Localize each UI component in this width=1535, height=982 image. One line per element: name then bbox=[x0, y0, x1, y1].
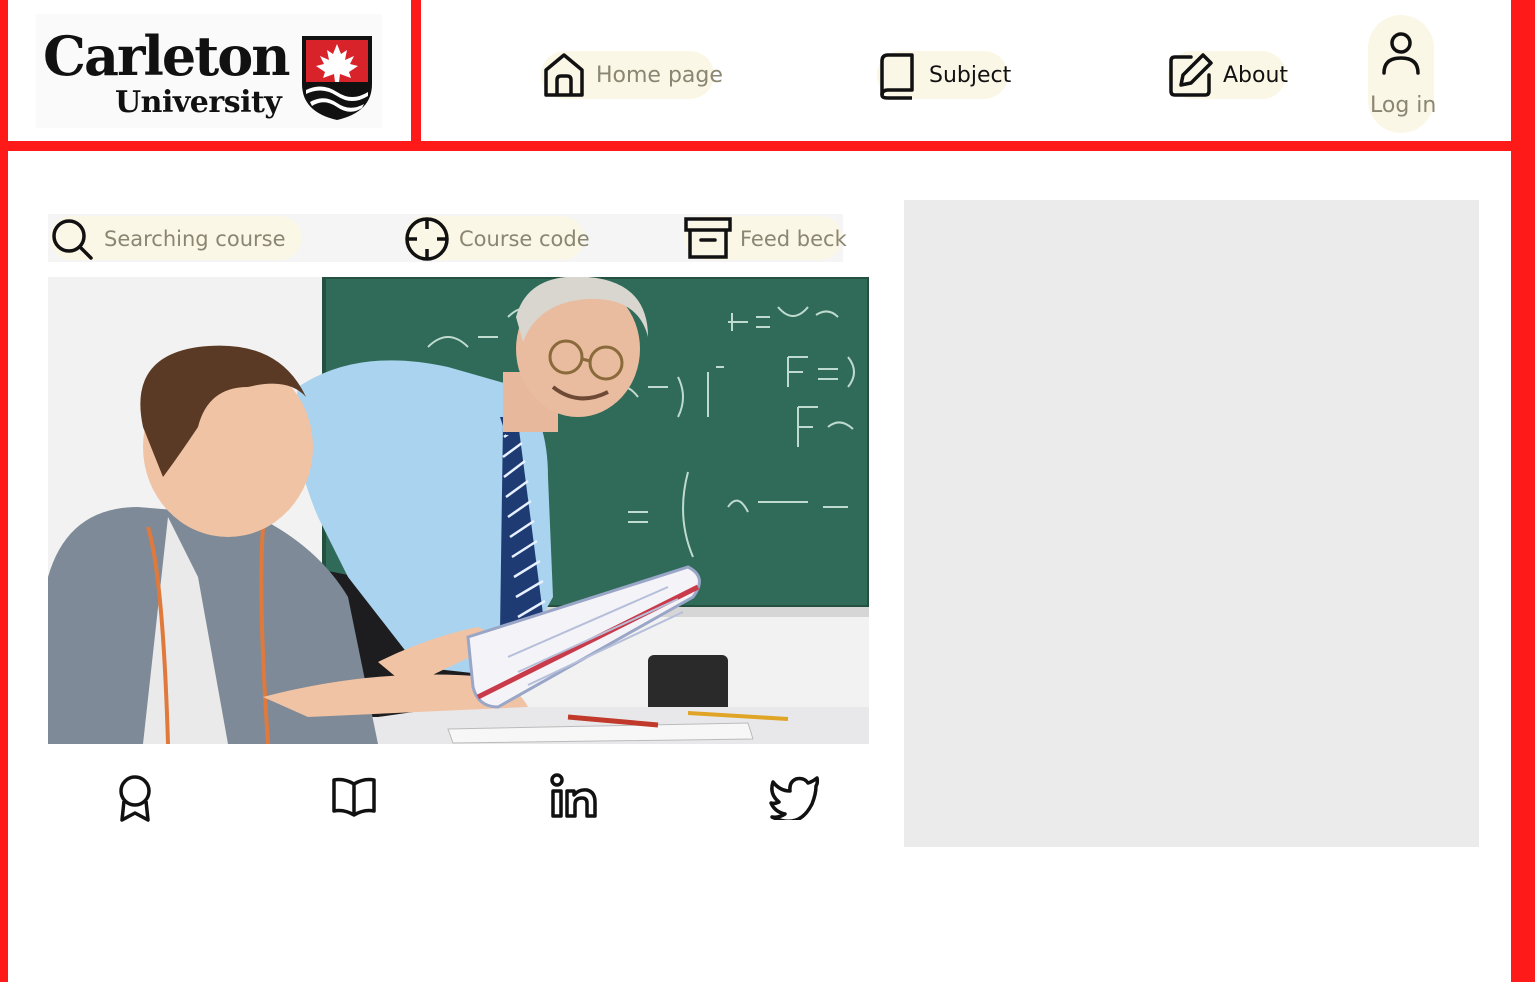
logo-divider bbox=[411, 0, 421, 146]
archive-icon bbox=[684, 217, 732, 259]
award-icon[interactable] bbox=[114, 773, 156, 823]
logo-text-carleton: Carleton bbox=[43, 24, 291, 88]
nav-about-label: About bbox=[1223, 63, 1289, 88]
edit-icon bbox=[1169, 53, 1213, 97]
frame-left-border bbox=[0, 0, 8, 982]
nav-subject-label: Subject bbox=[929, 63, 1012, 88]
feedback-label: Feed beck bbox=[740, 227, 847, 251]
course-code-label: Course code bbox=[459, 227, 590, 251]
logo-text-university: University bbox=[115, 85, 282, 120]
maple-leaf-shield-icon bbox=[302, 36, 372, 120]
twitter-icon[interactable] bbox=[769, 774, 821, 820]
open-book-icon[interactable] bbox=[330, 775, 378, 819]
nav-home-label: Home page bbox=[596, 63, 723, 88]
header-divider bbox=[8, 141, 1511, 151]
user-icon bbox=[1382, 32, 1420, 75]
search-course-label: Searching course bbox=[104, 227, 286, 251]
crosshair-icon bbox=[405, 217, 449, 261]
linkedin-icon[interactable] bbox=[549, 773, 599, 819]
classroom-photo bbox=[48, 277, 869, 744]
content-placeholder-panel bbox=[904, 200, 1479, 847]
home-icon bbox=[544, 53, 584, 97]
nav-login-label: Log in bbox=[1370, 93, 1437, 118]
search-icon bbox=[52, 219, 93, 260]
frame-right-border bbox=[1511, 0, 1535, 982]
book-icon bbox=[880, 53, 914, 100]
